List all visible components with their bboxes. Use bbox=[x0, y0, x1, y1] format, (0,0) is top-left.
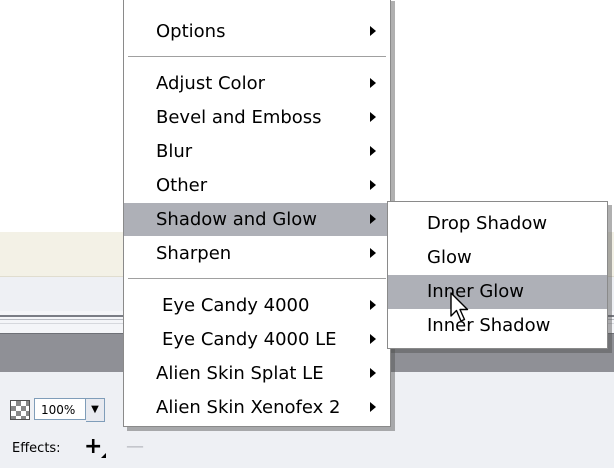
menu-separator bbox=[128, 278, 386, 280]
menu-item-shadow-and-glow[interactable]: Shadow and Glow bbox=[124, 203, 390, 236]
menu-item-label: Alien Skin Splat LE bbox=[156, 363, 324, 384]
submenu-item-inner-shadow[interactable]: Inner Shadow bbox=[388, 309, 607, 343]
menu-item-label: Other bbox=[156, 175, 208, 196]
submenu-item-drop-shadow[interactable]: Drop Shadow bbox=[388, 207, 607, 241]
menu-item-label: Glow bbox=[427, 247, 472, 268]
submenu-arrow-icon bbox=[370, 368, 376, 378]
add-effect-button[interactable]: + bbox=[84, 434, 106, 459]
submenu-arrow-icon bbox=[370, 214, 376, 224]
submenu-arrow-icon bbox=[370, 78, 376, 88]
submenu-arrow-icon bbox=[370, 26, 376, 36]
shadow-and-glow-submenu: Drop Shadow Glow Inner Glow Inner Shadow bbox=[387, 201, 608, 349]
submenu-arrow-icon bbox=[370, 300, 376, 310]
submenu-arrow-icon bbox=[370, 402, 376, 412]
submenu-item-inner-glow[interactable]: Inner Glow bbox=[388, 275, 607, 309]
menu-item-other[interactable]: Other bbox=[124, 169, 390, 202]
menu-item-label: Options bbox=[156, 21, 226, 42]
chevron-down-icon[interactable]: ▼ bbox=[86, 398, 105, 422]
menu-item-label: Adjust Color bbox=[156, 73, 265, 94]
plus-icon: + bbox=[84, 434, 103, 459]
submenu-arrow-icon bbox=[370, 146, 376, 156]
menu-item-label: Shadow and Glow bbox=[156, 209, 318, 230]
submenu-item-glow[interactable]: Glow bbox=[388, 241, 607, 275]
menu-item-alien-skin-splat-le[interactable]: Alien Skin Splat LE bbox=[124, 357, 390, 390]
menu-item-eye-candy-4000-le[interactable]: Eye Candy 4000 LE bbox=[124, 323, 390, 356]
menu-item-label: Inner Glow bbox=[427, 281, 525, 302]
submenu-arrow-icon bbox=[370, 248, 376, 258]
mouse-cursor-icon bbox=[450, 292, 469, 322]
menu-item-label: Blur bbox=[156, 141, 193, 162]
menu-item-eye-candy-4000[interactable]: Eye Candy 4000 bbox=[124, 289, 390, 322]
menu-item-sharpen[interactable]: Sharpen bbox=[124, 237, 390, 270]
submenu-arrow-icon bbox=[370, 112, 376, 122]
submenu-arrow-icon bbox=[370, 334, 376, 344]
transparency-icon[interactable] bbox=[10, 400, 30, 420]
menu-item-options[interactable]: Options bbox=[124, 15, 390, 48]
menu-item-bevel-and-emboss[interactable]: Bevel and Emboss bbox=[124, 101, 390, 134]
menu-item-blur[interactable]: Blur bbox=[124, 135, 390, 168]
menu-item-adjust-color[interactable]: Adjust Color bbox=[124, 67, 390, 100]
menu-item-label: Bevel and Emboss bbox=[156, 107, 322, 128]
effects-label: Effects: bbox=[12, 441, 61, 456]
menu-item-label: Eye Candy 4000 LE bbox=[162, 329, 337, 350]
menu-item-label: Sharpen bbox=[156, 243, 232, 264]
effects-menu: Options Adjust Color Bevel and Emboss Bl… bbox=[123, 0, 391, 427]
menu-item-alien-skin-xenofex-2[interactable]: Alien Skin Xenofex 2 bbox=[124, 391, 390, 424]
menu-item-label: Eye Candy 4000 bbox=[162, 295, 310, 316]
zoom-input[interactable]: 100% bbox=[34, 398, 86, 420]
menu-item-label: Alien Skin Xenofex 2 bbox=[156, 397, 341, 418]
remove-effect-button[interactable]: — bbox=[126, 438, 144, 456]
menu-separator bbox=[128, 56, 386, 58]
submenu-arrow-icon bbox=[370, 180, 376, 190]
menu-item-label: Drop Shadow bbox=[427, 213, 548, 234]
menu-item-label: Inner Shadow bbox=[427, 315, 551, 336]
dropdown-corner-icon bbox=[101, 453, 106, 458]
